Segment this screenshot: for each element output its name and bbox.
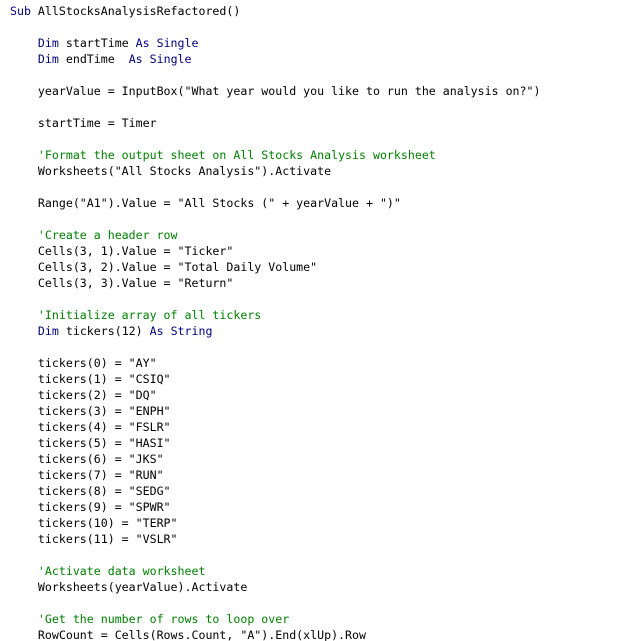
code-line[interactable]: yearValue = InputBox("What year would yo…: [10, 83, 541, 99]
code-line[interactable]: tickers(2) = "DQ": [10, 387, 157, 403]
code-text: tickers(7) = "RUN": [10, 468, 164, 482]
code-line[interactable]: Dim startTime As Single: [10, 35, 199, 51]
code-text: Cells(3, 2).Value = "Total Daily Volume": [10, 260, 318, 274]
code-text: tickers(2) = "DQ": [10, 388, 157, 402]
code-text: Range("A1").Value = "All Stocks (" + yea…: [10, 196, 401, 210]
code-line[interactable]: tickers(9) = "SPWR": [10, 499, 171, 515]
code-line[interactable]: Cells(3, 3).Value = "Return": [10, 275, 233, 291]
code-line[interactable]: tickers(5) = "HASI": [10, 435, 171, 451]
code-text: endTime: [58, 52, 129, 66]
code-line[interactable]: Dim tickers(12) As String: [10, 323, 213, 339]
code-line[interactable]: tickers(0) = "AY": [10, 355, 157, 371]
code-line[interactable]: startTime = Timer: [10, 115, 157, 131]
code-line[interactable]: 'Get the number of rows to loop over: [10, 611, 289, 627]
code-line[interactable]: Range("A1").Value = "All Stocks (" + yea…: [10, 195, 401, 211]
code-text: tickers(4) = "FSLR": [10, 420, 171, 434]
code-editor[interactable]: Sub AllStocksAnalysisRefactored() Dim st…: [0, 0, 630, 641]
code-line[interactable]: Cells(3, 1).Value = "Ticker": [10, 243, 233, 259]
code-text: tickers(10) = "TERP": [10, 516, 178, 530]
code-comment: 'Activate data worksheet: [37, 564, 206, 578]
code-keyword: As String: [149, 324, 213, 338]
code-text: startTime = Timer: [10, 116, 157, 130]
code-text: tickers(1) = "CSIQ": [10, 372, 171, 386]
code-line[interactable]: tickers(10) = "TERP": [10, 515, 178, 531]
code-text: Worksheets("All Stocks Analysis").Activa…: [10, 164, 332, 178]
code-line[interactable]: Worksheets("All Stocks Analysis").Activa…: [10, 163, 331, 179]
code-comment: 'Initialize array of all tickers: [37, 308, 262, 322]
code-text: tickers(11) = "VSLR": [10, 532, 178, 546]
code-line[interactable]: Dim endTime As Single: [10, 51, 192, 67]
code-text: tickers(6) = "JKS": [10, 452, 164, 466]
code-line[interactable]: 'Activate data worksheet: [10, 563, 206, 579]
code-line[interactable]: tickers(8) = "SEDG": [10, 483, 171, 499]
code-line[interactable]: RowCount = Cells(Rows.Count, "A").End(xl…: [10, 627, 366, 641]
code-text: tickers(9) = "SPWR": [10, 500, 171, 514]
code-line[interactable]: 'Initialize array of all tickers: [10, 307, 261, 323]
code-text: tickers(0) = "AY": [10, 356, 157, 370]
code-keyword: As Single: [128, 52, 192, 66]
code-text: Cells(3, 1).Value = "Ticker": [10, 244, 234, 258]
code-text: yearValue = InputBox("What year would yo…: [10, 84, 541, 98]
code-keyword: Dim: [37, 324, 59, 338]
code-comment: 'Create a header row: [37, 228, 178, 242]
code-line[interactable]: Worksheets(yearValue).Activate: [10, 579, 247, 595]
code-text: tickers(8) = "SEDG": [10, 484, 171, 498]
code-text: tickers(3) = "ENPH": [10, 404, 171, 418]
code-keyword: Sub: [10, 4, 31, 18]
code-text: RowCount = Cells(Rows.Count, "A").End(xl…: [10, 628, 366, 641]
code-line[interactable]: tickers(4) = "FSLR": [10, 419, 171, 435]
code-text: AllStocksAnalysisRefactored(): [30, 4, 241, 18]
code-text: Worksheets(yearValue).Activate: [10, 580, 248, 594]
code-text: tickers(12): [58, 324, 150, 338]
code-line[interactable]: Sub AllStocksAnalysisRefactored(): [10, 3, 240, 19]
code-line[interactable]: tickers(3) = "ENPH": [10, 403, 171, 419]
code-keyword: Dim: [37, 52, 59, 66]
code-comment: 'Get the number of rows to loop over: [37, 612, 290, 626]
code-text: tickers(5) = "HASI": [10, 436, 171, 450]
code-line[interactable]: 'Format the output sheet on All Stocks A…: [10, 147, 436, 163]
code-line[interactable]: 'Create a header row: [10, 227, 178, 243]
code-keyword: Dim: [37, 36, 59, 50]
code-line[interactable]: tickers(6) = "JKS": [10, 451, 164, 467]
code-line[interactable]: tickers(7) = "RUN": [10, 467, 164, 483]
code-line[interactable]: tickers(1) = "CSIQ": [10, 371, 171, 387]
code-line[interactable]: Cells(3, 2).Value = "Total Daily Volume": [10, 259, 317, 275]
code-line[interactable]: tickers(11) = "VSLR": [10, 531, 178, 547]
code-comment: 'Format the output sheet on All Stocks A…: [37, 148, 436, 162]
code-keyword: As Single: [135, 36, 199, 50]
code-text: Cells(3, 3).Value = "Return": [10, 276, 234, 290]
code-text: startTime: [58, 36, 136, 50]
